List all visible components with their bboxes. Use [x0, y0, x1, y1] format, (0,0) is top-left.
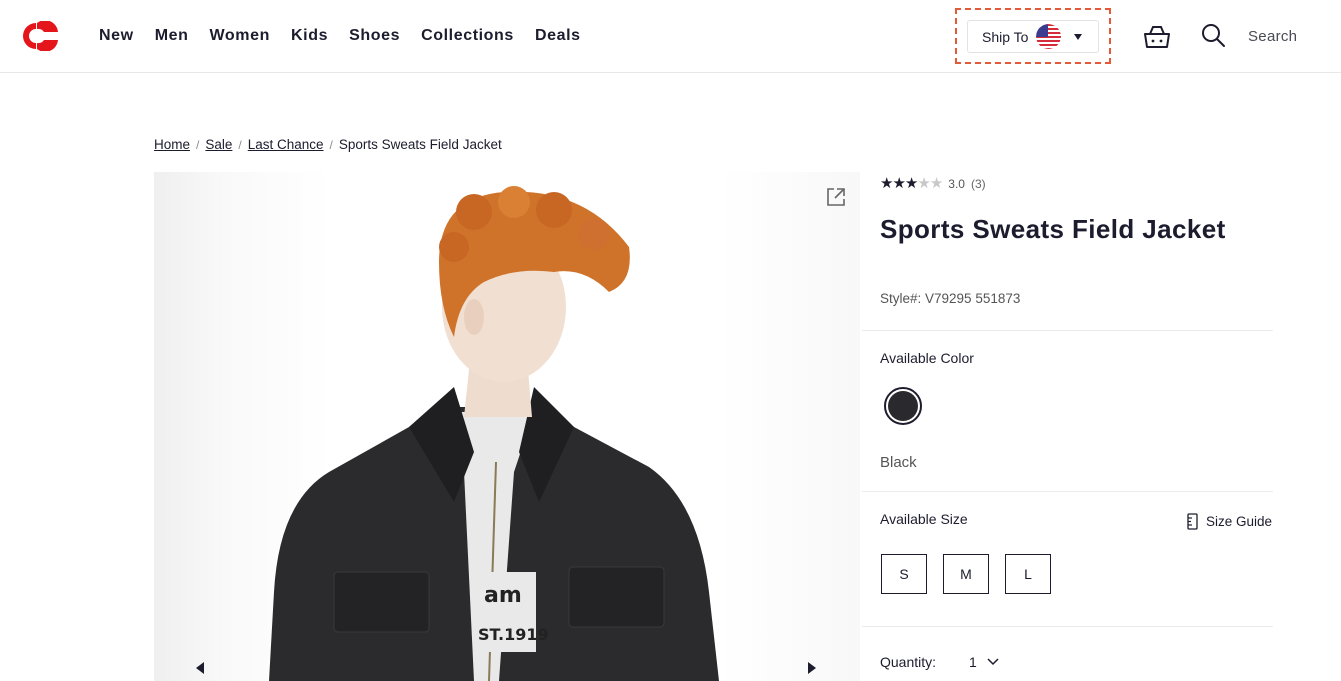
star-icon: ★ — [904, 175, 918, 192]
share-icon[interactable] — [825, 186, 847, 208]
svg-text:ST.1919: ST.1919 — [478, 625, 549, 644]
breadcrumb-sale[interactable]: Sale — [205, 137, 232, 152]
size-button-m[interactable]: M — [943, 554, 989, 594]
search-icon[interactable] — [1200, 22, 1226, 48]
size-guide-link[interactable]: Size Guide — [1187, 513, 1272, 530]
rating-value: 3.0 — [948, 176, 965, 191]
star-icon: ★ — [880, 175, 893, 192]
available-color-label: Available Color — [880, 350, 974, 366]
quantity-select[interactable]: 1 — [969, 654, 999, 670]
star-icon: ★ — [929, 175, 943, 192]
site-header: New Men Women Kids Shoes Collections Dea… — [0, 0, 1341, 73]
svg-text:am: am — [484, 583, 522, 608]
size-button-l[interactable]: L — [1005, 554, 1051, 594]
selected-color-name: Black — [880, 454, 917, 471]
product-title: Sports Sweats Field Jacket — [880, 214, 1226, 244]
nav-shoes[interactable]: Shoes — [349, 27, 400, 45]
search-label[interactable]: Search — [1248, 28, 1297, 45]
star-icon: ★ — [917, 175, 930, 192]
next-image-arrow-icon[interactable] — [808, 662, 816, 674]
rating-count: (3) — [970, 176, 986, 191]
ruler-icon — [1187, 513, 1198, 530]
available-size-label: Available Size — [880, 511, 968, 527]
nav-deals[interactable]: Deals — [535, 27, 581, 45]
swatch-fill — [888, 391, 918, 421]
nav-men[interactable]: Men — [155, 27, 189, 45]
breadcrumb-home[interactable]: Home — [154, 137, 190, 152]
ship-to-selector[interactable]: Ship To — [967, 20, 1099, 53]
chevron-down-icon — [987, 658, 999, 666]
size-button-s[interactable]: S — [881, 554, 927, 594]
nav-collections[interactable]: Collections — [421, 27, 514, 45]
breadcrumb-separator: / — [329, 137, 333, 152]
quantity-label: Quantity: — [880, 654, 937, 670]
nav-women[interactable]: Women — [210, 27, 270, 45]
star-icon: ★ — [892, 175, 905, 192]
chevron-down-icon — [1074, 33, 1083, 40]
color-swatch-black[interactable] — [884, 387, 922, 425]
divider — [862, 491, 1273, 492]
product-photo: am ST.1919 — [269, 186, 719, 681]
divider — [862, 626, 1273, 627]
quantity-value: 1 — [969, 654, 977, 670]
breadcrumb: Home / Sale / Last Chance / Sports Sweat… — [154, 137, 502, 152]
breadcrumb-last-chance[interactable]: Last Chance — [248, 137, 324, 152]
us-flag-icon — [1036, 24, 1062, 49]
breadcrumb-current: Sports Sweats Field Jacket — [338, 137, 502, 152]
product-rating[interactable]: ★ ★ ★ ★ ★ 3.0 (3) — [880, 176, 986, 191]
rating-stars: ★ ★ ★ ★ ★ — [880, 175, 943, 192]
nav-new[interactable]: New — [99, 27, 134, 45]
size-guide-label: Size Guide — [1206, 514, 1273, 529]
nav-kids[interactable]: Kids — [291, 27, 328, 45]
cart-icon[interactable] — [1141, 22, 1173, 50]
ship-to-label: Ship To — [982, 28, 1029, 45]
previous-image-arrow-icon[interactable] — [196, 662, 204, 674]
ship-to-highlight: Ship To — [955, 8, 1111, 64]
product-image-gallery[interactable]: am ST.1919 — [154, 172, 860, 681]
breadcrumb-separator: / — [196, 137, 200, 152]
breadcrumb-separator: / — [238, 137, 242, 152]
divider — [862, 330, 1273, 331]
champion-logo[interactable] — [13, 21, 59, 51]
product-style-number: Style#: V79295 551873 — [880, 291, 1021, 306]
main-nav: New Men Women Kids Shoes Collections Dea… — [99, 0, 602, 72]
